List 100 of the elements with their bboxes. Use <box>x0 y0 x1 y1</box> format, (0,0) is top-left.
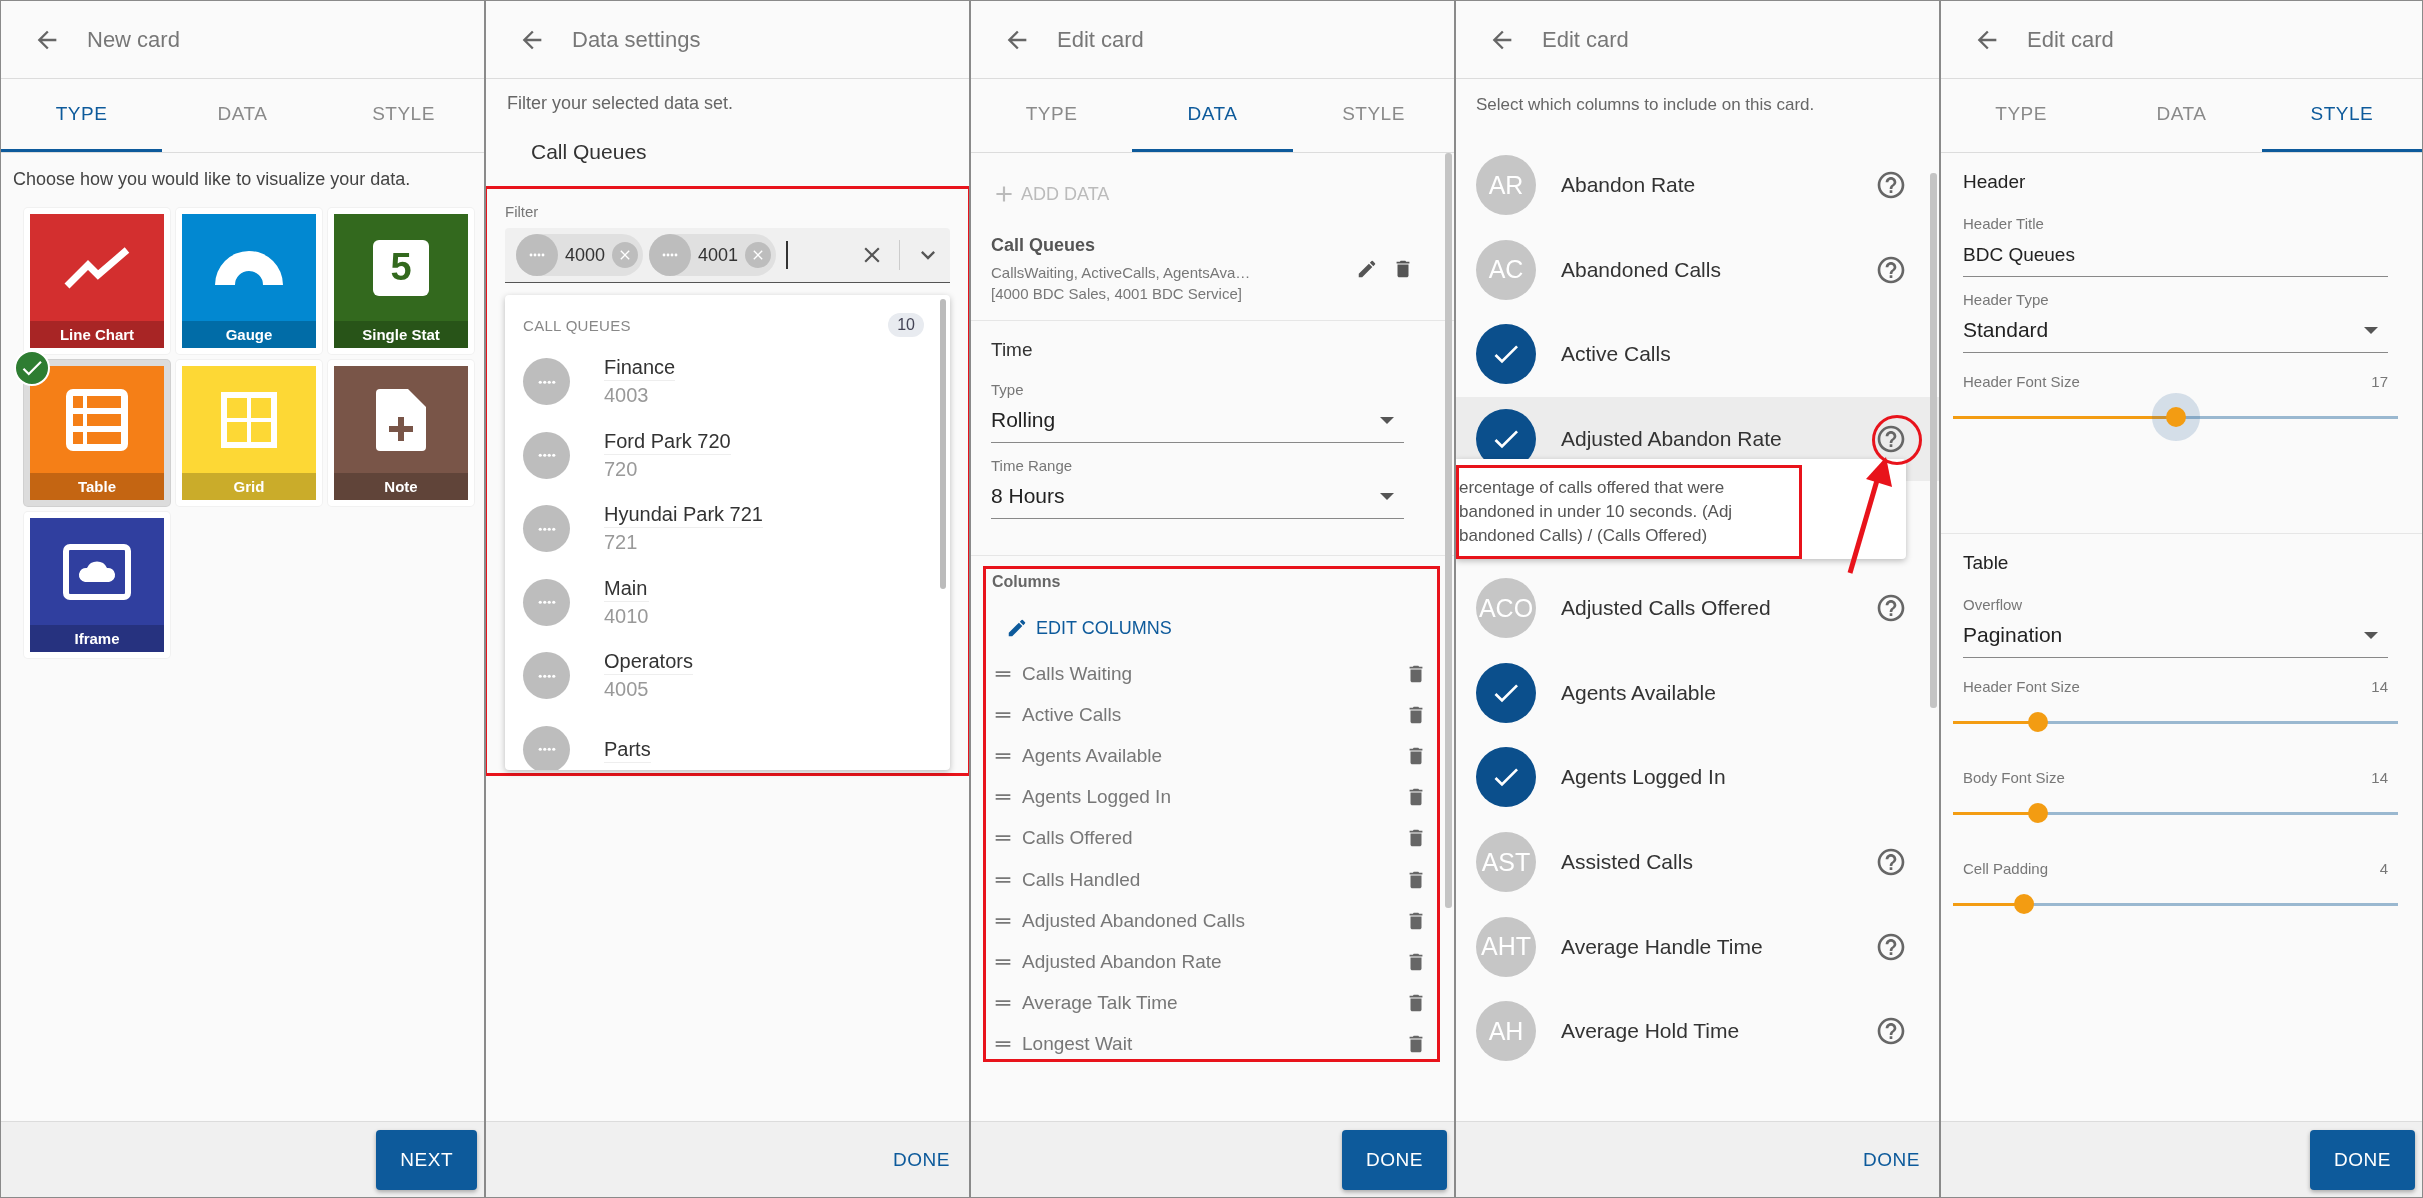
queue-name: Ford Park 720 <box>604 427 731 455</box>
cloud-window-icon <box>63 543 131 600</box>
grid-icon <box>221 391 277 448</box>
chart-type-tile[interactable]: Note <box>328 360 474 506</box>
count-badge: 10 <box>888 313 924 337</box>
select-field[interactable]: Rolling <box>991 404 1404 443</box>
footer-button[interactable]: DONE <box>881 1138 962 1181</box>
slider-thumb[interactable] <box>2027 803 2048 823</box>
select-field[interactable]: Pagination <box>1963 619 2388 658</box>
dropdown-arrow-icon <box>2364 326 2378 334</box>
chart-type-tile[interactable]: 5 Single Stat <box>328 208 474 354</box>
column-name: Calls Waiting <box>1022 662 1134 685</box>
chart-type-tile[interactable]: Line Chart <box>24 208 170 354</box>
scrollbar[interactable] <box>940 299 946 589</box>
dropdown-arrow-icon <box>2364 631 2378 639</box>
queue-number: 4010 <box>604 603 649 629</box>
column-label: Adjusted Abandon Rate <box>1561 427 1783 452</box>
tab[interactable]: STYLE <box>2261 79 2422 152</box>
column-name: Adjusted Abandoned Calls <box>1022 909 1246 932</box>
tab[interactable]: TYPE <box>1 79 162 152</box>
section-title: Table <box>1963 552 2010 574</box>
column-option[interactable]: AC Abandoned Calls <box>1456 227 1939 313</box>
dots-icon <box>537 526 556 531</box>
panel-title: New card <box>87 26 180 53</box>
filter-field[interactable]: 4000 4001 <box>505 228 950 283</box>
instruction-text: Filter your selected data set. <box>506 92 735 114</box>
dropdown-arrow-icon <box>1380 416 1394 424</box>
column-option[interactable]: Active Calls <box>1456 312 1939 397</box>
slider-thumb[interactable] <box>2165 407 2186 427</box>
slider-label: Cell Padding <box>1963 860 2049 877</box>
select-field[interactable]: Standard <box>1963 314 2388 353</box>
chart-type-tile[interactable]: Iframe <box>24 512 170 658</box>
queue-number: 4005 <box>604 677 650 703</box>
footer-button[interactable]: DONE <box>1851 1138 1932 1181</box>
edit-icon <box>1006 617 1028 639</box>
field-label: Type <box>991 381 1025 398</box>
column-option[interactable]: AH Average Hold Time <box>1456 988 1939 1074</box>
field-label: Filter <box>505 203 540 220</box>
menu-item[interactable]: Hyundai Park 721 721 <box>523 492 924 566</box>
text-field[interactable]: BDC Queues <box>1963 238 2388 277</box>
select-field[interactable]: 8 Hours <box>991 480 1404 519</box>
column-label: Adjusted Calls Offered <box>1561 596 1772 621</box>
field-label: Overflow <box>1963 596 2024 613</box>
slider-value: 14 <box>2371 768 2388 786</box>
column-name: Calls Handled <box>1022 868 1142 891</box>
footer-button[interactable]: DONE <box>1342 1129 1447 1190</box>
column-option[interactable]: Agents Logged In <box>1456 735 1939 820</box>
queue-name: Operators <box>604 648 693 676</box>
menu-item[interactable]: Main 4010 <box>523 565 924 639</box>
column-label: Abandoned Calls <box>1561 257 1722 282</box>
field-label: Header Title <box>1963 215 2045 232</box>
data-source-filter: [4000 BDC Sales, 4001 BDC Service] <box>991 285 1243 302</box>
column-option[interactable]: AR Abandon Rate <box>1456 143 1939 228</box>
dots-icon <box>662 253 679 257</box>
section-title: Time <box>991 339 1034 361</box>
slider-thumb[interactable] <box>2014 894 2035 914</box>
document-plus-icon <box>376 388 426 451</box>
footer-button[interactable]: DONE <box>2310 1129 2415 1190</box>
menu-item[interactable]: Ford Park 720 720 <box>523 418 924 492</box>
tab[interactable]: DATA <box>1132 79 1293 152</box>
chart-type-tile[interactable]: Gauge <box>176 208 322 354</box>
edit-columns-link[interactable]: EDIT COLUMNS <box>1006 617 1172 639</box>
dots-icon <box>529 253 545 257</box>
scrollbar[interactable] <box>1445 153 1452 908</box>
slider-thumb[interactable] <box>2027 712 2048 732</box>
section-title: Columns <box>992 573 1062 591</box>
chart-type-tile[interactable]: Table <box>24 360 170 506</box>
dots-icon <box>537 673 556 678</box>
column-name: Agents Available <box>1022 744 1164 767</box>
field-label: Time Range <box>991 457 1074 474</box>
field-label: Header Type <box>1963 291 2050 308</box>
menu-heading: CALL QUEUES <box>523 316 631 334</box>
column-label: Average Hold Time <box>1561 1019 1741 1044</box>
queue-number: 4003 <box>604 383 650 409</box>
slider-value: 14 <box>2371 677 2388 695</box>
dropdown-arrow-icon <box>1380 492 1394 500</box>
column-name: Average Talk Time <box>1022 992 1179 1015</box>
column-label: Agents Available <box>1561 680 1717 705</box>
menu-item[interactable]: Operators 4005 <box>523 639 924 713</box>
column-option[interactable]: Agents Available <box>1456 650 1939 736</box>
column-label: Abandon Rate <box>1561 173 1697 198</box>
column-label: Agents Logged In <box>1561 765 1727 790</box>
filter-chip[interactable]: 4000 <box>516 234 644 276</box>
column-name: Longest Wait <box>1022 1033 1134 1056</box>
panel-title: Edit card <box>1542 26 1629 53</box>
filter-chip[interactable]: 4001 <box>649 234 777 276</box>
menu-item[interactable]: Parts <box>523 712 924 770</box>
column-option[interactable]: AHT Average Handle Time <box>1456 904 1939 989</box>
instruction-text: Select which columns to include on this card. <box>1475 94 1816 116</box>
tooltip-text: ercentage of calls offered that were bandoned in under 10 seconds. (Adj bandoned Calls) / (Calls Offered) <box>1456 464 1802 559</box>
instruction-text: Choose how you would like to visualize your data. <box>12 168 412 191</box>
data-source-name: Call Queues <box>991 235 1097 256</box>
scrollbar[interactable] <box>1930 173 1937 708</box>
column-name: Agents Logged In <box>1022 786 1172 809</box>
menu-item[interactable]: Finance 4003 <box>523 345 924 419</box>
dots-icon <box>537 453 556 458</box>
footer-button[interactable]: NEXT <box>376 1129 477 1190</box>
column-option[interactable]: AST Assisted Calls <box>1456 819 1939 905</box>
panel-title: Edit card <box>1057 26 1144 53</box>
column-option[interactable]: ACO Adjusted Calls Offered <box>1456 565 1939 651</box>
